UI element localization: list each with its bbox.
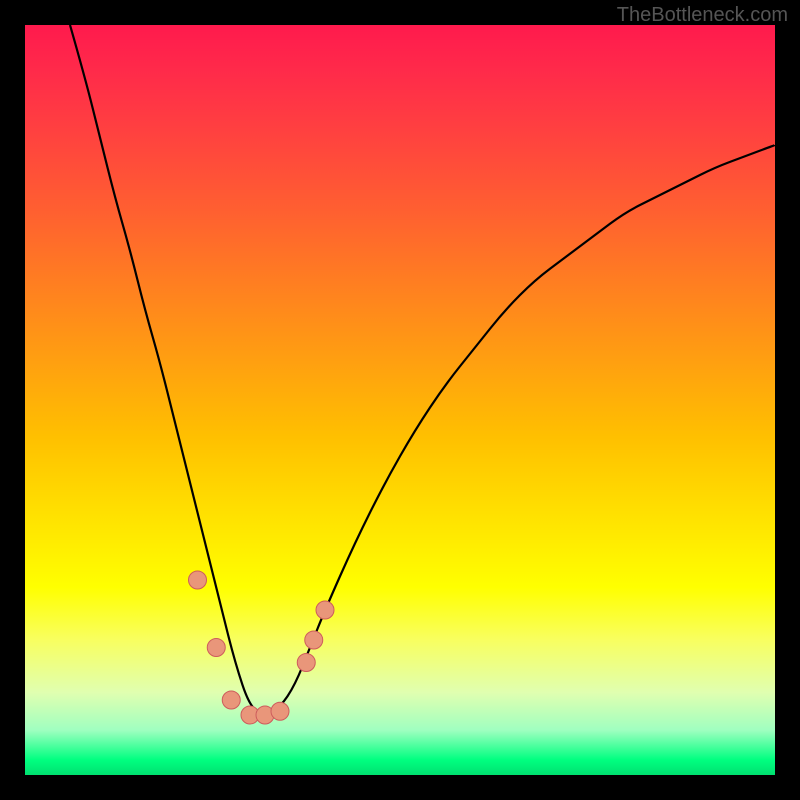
data-marker xyxy=(207,639,225,657)
watermark-text: TheBottleneck.com xyxy=(617,4,788,27)
data-marker xyxy=(316,601,334,619)
marker-group xyxy=(189,571,335,724)
data-marker xyxy=(305,631,323,649)
data-marker xyxy=(222,691,240,709)
data-marker xyxy=(189,571,207,589)
plot-area xyxy=(25,25,775,775)
chart-container: TheBottleneck.com xyxy=(0,0,800,800)
bottleneck-curve xyxy=(70,25,775,713)
data-marker xyxy=(271,702,289,720)
data-marker xyxy=(297,654,315,672)
chart-svg xyxy=(25,25,775,775)
